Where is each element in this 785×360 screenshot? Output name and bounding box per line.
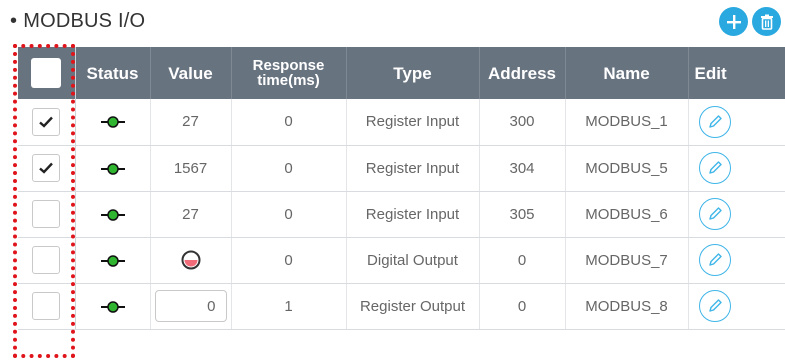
checkmark-icon — [39, 162, 54, 174]
top-actions — [719, 7, 781, 36]
edit-cell — [688, 283, 785, 330]
edit-button[interactable] — [698, 244, 731, 276]
output-off-icon[interactable] — [181, 250, 201, 270]
edit-button[interactable] — [698, 290, 731, 322]
pencil-icon — [708, 253, 722, 266]
status-cell — [75, 283, 151, 330]
edit-cell — [688, 99, 785, 146]
status-connected-icon — [100, 116, 125, 129]
name-cell: MODBUS_7 — [565, 237, 689, 284]
name-cell: MODBUS_1 — [565, 99, 689, 146]
name-cell: MODBUS_5 — [565, 145, 689, 192]
type-cell: Digital Output — [346, 237, 480, 284]
address-cell: 0 — [479, 237, 566, 284]
address-cell: 300 — [479, 99, 566, 146]
row-select-cell — [18, 99, 76, 146]
column-header-edit: Edit — [688, 47, 785, 99]
value-cell: 1567 — [150, 145, 232, 192]
row-select-cell — [18, 283, 76, 330]
address-cell: 0 — [479, 283, 566, 330]
title-bullet: • — [10, 10, 18, 32]
status-cell — [75, 237, 151, 284]
value-cell: 27 — [150, 191, 232, 238]
trash-icon — [760, 14, 773, 30]
checkmark-icon — [39, 116, 54, 128]
delete-button[interactable] — [752, 7, 781, 36]
response-time-cell: 0 — [231, 191, 347, 238]
row-checkbox[interactable] — [32, 107, 61, 136]
table-row: 1 Register Output 0 MODBUS_8 — [18, 283, 785, 330]
row-checkbox[interactable] — [32, 200, 61, 228]
pencil-icon — [708, 299, 722, 312]
column-header-address[interactable]: Address — [479, 47, 566, 99]
register-output-value-input[interactable] — [154, 290, 227, 322]
pencil-icon — [708, 115, 722, 128]
title-text: MODBUS I/O — [23, 10, 146, 32]
response-time-cell: 0 — [231, 145, 347, 192]
type-cell: Register Output — [346, 283, 480, 330]
name-cell: MODBUS_8 — [565, 283, 689, 330]
type-cell: Register Input — [346, 191, 480, 238]
plus-icon — [726, 14, 741, 29]
address-cell: 305 — [479, 191, 566, 238]
address-cell: 304 — [479, 145, 566, 192]
status-connected-icon — [100, 162, 125, 175]
select-all-checkbox[interactable] — [31, 58, 62, 88]
type-cell: Register Input — [346, 145, 480, 192]
type-cell: Register Input — [346, 99, 480, 146]
status-cell — [75, 145, 151, 192]
edit-cell — [688, 145, 785, 192]
response-time-cell: 0 — [231, 237, 347, 284]
pencil-icon — [708, 207, 722, 220]
column-header-type[interactable]: Type — [346, 47, 480, 99]
response-time-cell: 1 — [231, 283, 347, 330]
status-cell — [75, 99, 151, 146]
row-select-cell — [18, 145, 76, 192]
modbus-io-table: Status Value Response time(ms) Type Addr… — [18, 47, 785, 330]
column-header-name[interactable]: Name — [565, 47, 689, 99]
column-header-value[interactable]: Value — [150, 47, 232, 99]
row-checkbox[interactable] — [32, 292, 61, 320]
edit-button[interactable] — [698, 105, 731, 138]
column-header-status[interactable]: Status — [75, 47, 151, 99]
response-label-line2: time(ms) — [257, 72, 320, 89]
status-connected-icon — [100, 254, 125, 267]
status-connected-icon — [100, 208, 125, 221]
status-connected-icon — [100, 300, 125, 313]
pencil-icon — [708, 161, 722, 174]
table-row: 27 0 Register Input 300 MODBUS_1 — [18, 99, 785, 146]
table-row: 0 Digital Output 0 MODBUS_7 — [18, 237, 785, 284]
edit-cell — [688, 237, 785, 284]
response-time-cell: 0 — [231, 99, 347, 146]
row-select-cell — [18, 237, 76, 284]
table-row: 27 0 Register Input 305 MODBUS_6 — [18, 191, 785, 238]
column-header-response-time[interactable]: Response time(ms) — [231, 47, 347, 99]
edit-button[interactable] — [698, 152, 731, 184]
section-title: • MODBUS I/O — [10, 10, 145, 33]
name-cell: MODBUS_6 — [565, 191, 689, 238]
value-cell — [150, 237, 232, 284]
table-row: 1567 0 Register Input 304 MODBUS_5 — [18, 145, 785, 192]
value-cell — [150, 283, 232, 330]
row-checkbox[interactable] — [32, 246, 61, 274]
add-button[interactable] — [719, 7, 748, 36]
edit-button[interactable] — [698, 198, 731, 230]
response-label-line1: Response — [252, 57, 325, 74]
row-checkbox[interactable] — [32, 154, 61, 182]
table-header-row: Status Value Response time(ms) Type Addr… — [18, 47, 785, 99]
row-select-cell — [18, 191, 76, 238]
status-cell — [75, 191, 151, 238]
select-all-cell — [18, 47, 76, 99]
value-cell: 27 — [150, 99, 232, 146]
edit-cell — [688, 191, 785, 238]
